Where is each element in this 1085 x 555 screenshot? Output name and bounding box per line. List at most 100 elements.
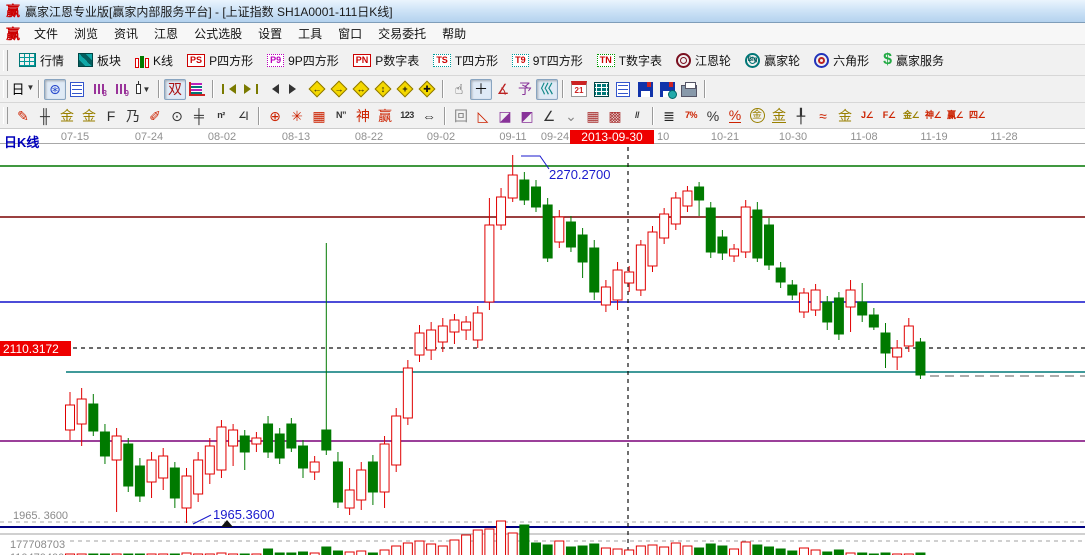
menu-item-browse[interactable]: 浏览 [66,23,106,44]
tool-gann-tool-purple[interactable]: 予 [514,79,536,100]
tool-angle-measure[interactable]: ∡ [492,79,514,100]
draw-k-quote[interactable]: Ν” [330,105,352,126]
draw-fan-box-1[interactable]: ◪ [494,105,516,126]
draw-fan-red[interactable]: ◺ [472,105,494,126]
tool-notes[interactable] [612,79,634,100]
tool-diamond-cross[interactable]: + [394,79,416,100]
draw-gann-circle[interactable]: ⊙ [166,105,188,126]
tool-gann-tool-teal[interactable]: 巛 [536,79,558,100]
tool-chip-tool[interactable]: 双 [164,79,186,100]
calculator-icon [594,82,609,97]
toolbar-item-t-digit[interactable]: TNT数字表 [590,49,669,72]
tool-diamond-expand[interactable]: ✚ [416,79,438,100]
toolbar-item-blocks[interactable]: 板块 [71,49,128,72]
kline-chart[interactable]: 07-1507-2408-0208-1308-2209-0209-1109-24… [0,129,1085,555]
menu-item-file[interactable]: 文件 [26,23,66,44]
draw-gold-grid-1[interactable]: 金 [56,105,78,126]
menu-item-trade[interactable]: 交易委托 [370,23,434,44]
draw-draw-pen[interactable]: ✎ [12,105,34,126]
tool-chip-histogram[interactable] [186,79,208,100]
toolbar-item-kline[interactable]: K线 [128,49,180,72]
toolbar-item-p-digit[interactable]: PNP数字表 [346,49,427,72]
tool-save[interactable] [634,79,656,100]
draw-wave[interactable]: ≈ [812,105,834,126]
draw-fan-box-2[interactable]: ◩ [516,105,538,126]
menu-item-tools[interactable]: 工具 [290,23,330,44]
tool-minute-9[interactable]: 9 [110,79,132,100]
tool-diamond-lr[interactable]: ↔ [350,79,372,100]
tool-diamond-right[interactable]: → [328,79,350,100]
toolbar-item-hexagon[interactable]: 六角形 [807,49,876,72]
toolbar-item-gann-wheel[interactable]: 江恩轮 [669,49,738,72]
tool-pan-hand[interactable]: ☝ [448,79,470,100]
menu-item-window[interactable]: 窗口 [330,23,370,44]
draw-shen-angle[interactable]: 神∠ [922,105,944,126]
draw-gann-web[interactable]: ▦ [308,105,330,126]
draw-pct-7[interactable]: 7% [680,105,702,126]
draw-dash-v[interactable]: ⌄ [560,105,582,126]
draw-pct[interactable]: % [702,105,724,126]
draw-spiral-grid[interactable]: 乃 [122,105,144,126]
draw-gold-angle[interactable]: 金∠ [900,105,922,126]
draw-f-angle[interactable]: F∠ [878,105,900,126]
menu-item-settings[interactable]: 设置 [250,23,290,44]
draw-gann-star[interactable]: ✳ [286,105,308,126]
draw-gold-grid-2[interactable]: 金 [78,105,100,126]
draw-si-angle[interactable]: 四∠ [966,105,988,126]
skip-first-icon [222,84,236,94]
draw-gann-ticks[interactable]: ╫ [34,105,56,126]
toolbar-item-quotes[interactable]: 行情 [12,49,71,72]
draw-span-arrow[interactable]: ⇔ [418,105,440,126]
toolbar-item-winner-wheel[interactable]: Big赢家轮 [738,49,807,72]
tool-period-day[interactable]: 日▼ [12,79,34,100]
menu-item-news[interactable]: 资讯 [106,23,146,44]
draw-angle-lines[interactable]: ∠| [232,105,254,126]
tool-print[interactable] [678,79,700,100]
tool-mesh-view[interactable]: ⊛ [44,79,66,100]
draw-num-grid[interactable]: 123 [396,105,418,126]
tool-save-web[interactable] [656,79,678,100]
tool-skip-first[interactable] [218,79,240,100]
toolbar-item-p-square[interactable]: PSP四方形 [180,49,260,72]
draw-pct-line[interactable]: % [724,105,746,126]
draw-shen-grid[interactable]: 神 [352,105,374,126]
draw-ying-angle[interactable]: 赢∠ [944,105,966,126]
draw-box-tool[interactable]: 回 [450,105,472,126]
tool-diamond-ud[interactable]: ↕ [372,79,394,100]
tool-skip-last[interactable] [240,79,262,100]
draw-n2-grid[interactable]: n² [210,105,232,126]
toolbar-item-9p-square[interactable]: P99P四方形 [260,49,346,72]
draw-trend-angles[interactable]: ∠ [538,105,560,126]
tool-minute-3[interactable]: 3 [88,79,110,100]
grid-red-1-icon: ▦ [586,109,599,123]
draw-grid-red-1[interactable]: ▦ [582,105,604,126]
draw-gold-lines-2[interactable]: 金 [834,105,856,126]
draw-gold-lines[interactable]: 金 [768,105,790,126]
tool-crosshair[interactable]: ＋ [470,79,492,100]
draw-data-bars[interactable]: ≣ [658,105,680,126]
menu-item-gann[interactable]: 江恩 [146,23,186,44]
draw-slant-lines[interactable]: // [626,105,648,126]
draw-grid-red-2[interactable]: ▩ [604,105,626,126]
tool-prev[interactable] [262,79,284,100]
menu-item-formula[interactable]: 公式选股 [186,23,250,44]
draw-j-angle[interactable]: J∠ [856,105,878,126]
draw-gann-ticks-2[interactable]: ╪ [188,105,210,126]
tool-calendar-21[interactable]: 21 [568,79,590,100]
9t-square-label: 9T四方形 [533,52,583,69]
tool-info-doc[interactable] [66,79,88,100]
tool-candle-style[interactable]: ▼ [132,79,154,100]
toolbar-item-t-square[interactable]: TST四方形 [426,49,505,72]
draw-ying-grid[interactable]: 赢 [374,105,396,126]
toolbar-item-winner-service[interactable]: $赢家服务 [876,49,951,72]
menu-item-help[interactable]: 帮助 [434,23,474,44]
draw-gann-cross[interactable]: ⊕ [264,105,286,126]
draw-pen-bar[interactable]: ╀ [790,105,812,126]
draw-pen-line[interactable]: ✐ [144,105,166,126]
toolbar-item-9t-square[interactable]: T99T四方形 [505,49,590,72]
draw-gold-circle[interactable]: 金 [746,105,768,126]
tool-next[interactable] [284,79,306,100]
tool-calculator[interactable] [590,79,612,100]
tool-diamond-left[interactable]: ← [306,79,328,100]
draw-f-grid[interactable]: F [100,105,122,126]
